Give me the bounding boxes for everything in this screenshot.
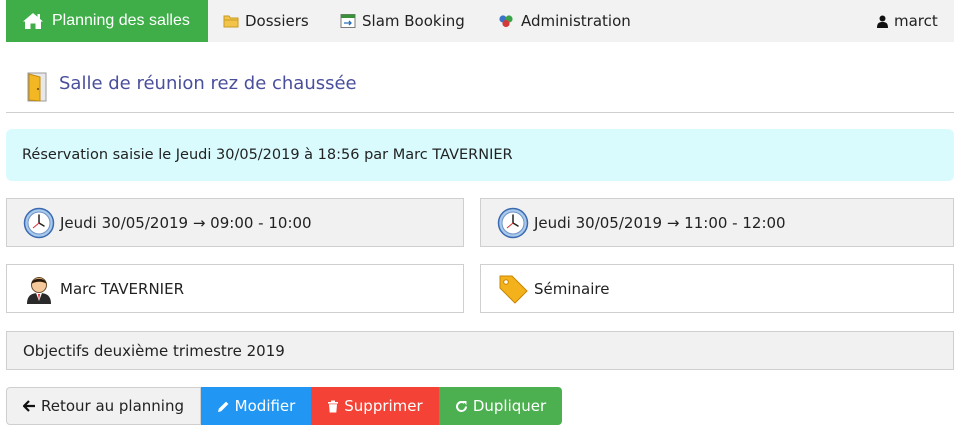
nav-user-menu[interactable]: marct bbox=[877, 0, 938, 42]
tag-icon bbox=[497, 273, 529, 305]
reservation-info-text: Réservation saisie le Jeudi 30/05/2019 à… bbox=[22, 147, 513, 163]
back-to-planning-button[interactable]: Retour au planning bbox=[6, 387, 201, 425]
nav-slam-label: Slam Booking bbox=[362, 12, 465, 30]
time-slot-2: Jeudi 30/05/2019 → 11:00 - 12:00 bbox=[480, 198, 954, 247]
edit-button[interactable]: Modifier bbox=[201, 387, 311, 425]
clock-icon bbox=[497, 207, 529, 239]
description-box: Objectifs deuxième trimestre 2019 bbox=[6, 331, 954, 370]
clock-icon bbox=[23, 207, 55, 239]
reservation-info-banner: Réservation saisie le Jeudi 30/05/2019 à… bbox=[6, 129, 954, 181]
nav-planning-des-salles[interactable]: Planning des salles bbox=[6, 0, 208, 42]
nav-home-label: Planning des salles bbox=[52, 12, 190, 29]
duplicate-button-label: Dupliquer bbox=[472, 397, 547, 415]
back-button-label: Retour au planning bbox=[40, 397, 185, 415]
arrow-left-icon bbox=[22, 400, 36, 412]
nav-dossiers[interactable]: Dossiers bbox=[223, 0, 309, 42]
refresh-icon bbox=[455, 400, 468, 413]
room-header: Salle de réunion rez de chaussée bbox=[6, 60, 954, 113]
category-text: Séminaire bbox=[534, 279, 610, 298]
time-slot-2-text: Jeudi 30/05/2019 → 11:00 - 12:00 bbox=[534, 213, 786, 232]
nav-user-label: marct bbox=[894, 12, 938, 30]
delete-button[interactable]: Supprimer bbox=[311, 387, 439, 425]
nav-administration[interactable]: Administration bbox=[497, 0, 631, 42]
delete-button-label: Supprimer bbox=[344, 397, 423, 415]
person-icon bbox=[23, 273, 55, 305]
room-title: Salle de réunion rez de chaussée bbox=[59, 73, 357, 94]
time-slot-1: Jeudi 30/05/2019 → 09:00 - 10:00 bbox=[6, 198, 464, 247]
trash-icon bbox=[327, 400, 339, 413]
person-box: Marc TAVERNIER bbox=[6, 264, 464, 313]
nav-slam-booking[interactable]: Slam Booking bbox=[340, 0, 465, 42]
folder-icon bbox=[223, 14, 239, 28]
edit-button-label: Modifier bbox=[234, 397, 296, 415]
door-icon bbox=[26, 72, 48, 106]
top-navbar: Planning des salles Dossiers Slam Bookin… bbox=[6, 0, 954, 42]
molecule-icon bbox=[497, 14, 515, 28]
category-box: Séminaire bbox=[480, 264, 954, 313]
nav-admin-label: Administration bbox=[521, 12, 631, 30]
pencil-icon bbox=[217, 400, 230, 413]
action-buttons: Retour au planning Modifier Supprimer Du… bbox=[6, 387, 562, 425]
duplicate-button[interactable]: Dupliquer bbox=[439, 387, 562, 425]
home-icon bbox=[22, 12, 44, 30]
user-icon bbox=[877, 15, 888, 28]
calendar-icon bbox=[340, 13, 356, 29]
person-name: Marc TAVERNIER bbox=[60, 279, 184, 298]
time-slot-1-text: Jeudi 30/05/2019 → 09:00 - 10:00 bbox=[60, 213, 312, 232]
description-text: Objectifs deuxième trimestre 2019 bbox=[23, 341, 285, 360]
nav-dossiers-label: Dossiers bbox=[245, 12, 309, 30]
